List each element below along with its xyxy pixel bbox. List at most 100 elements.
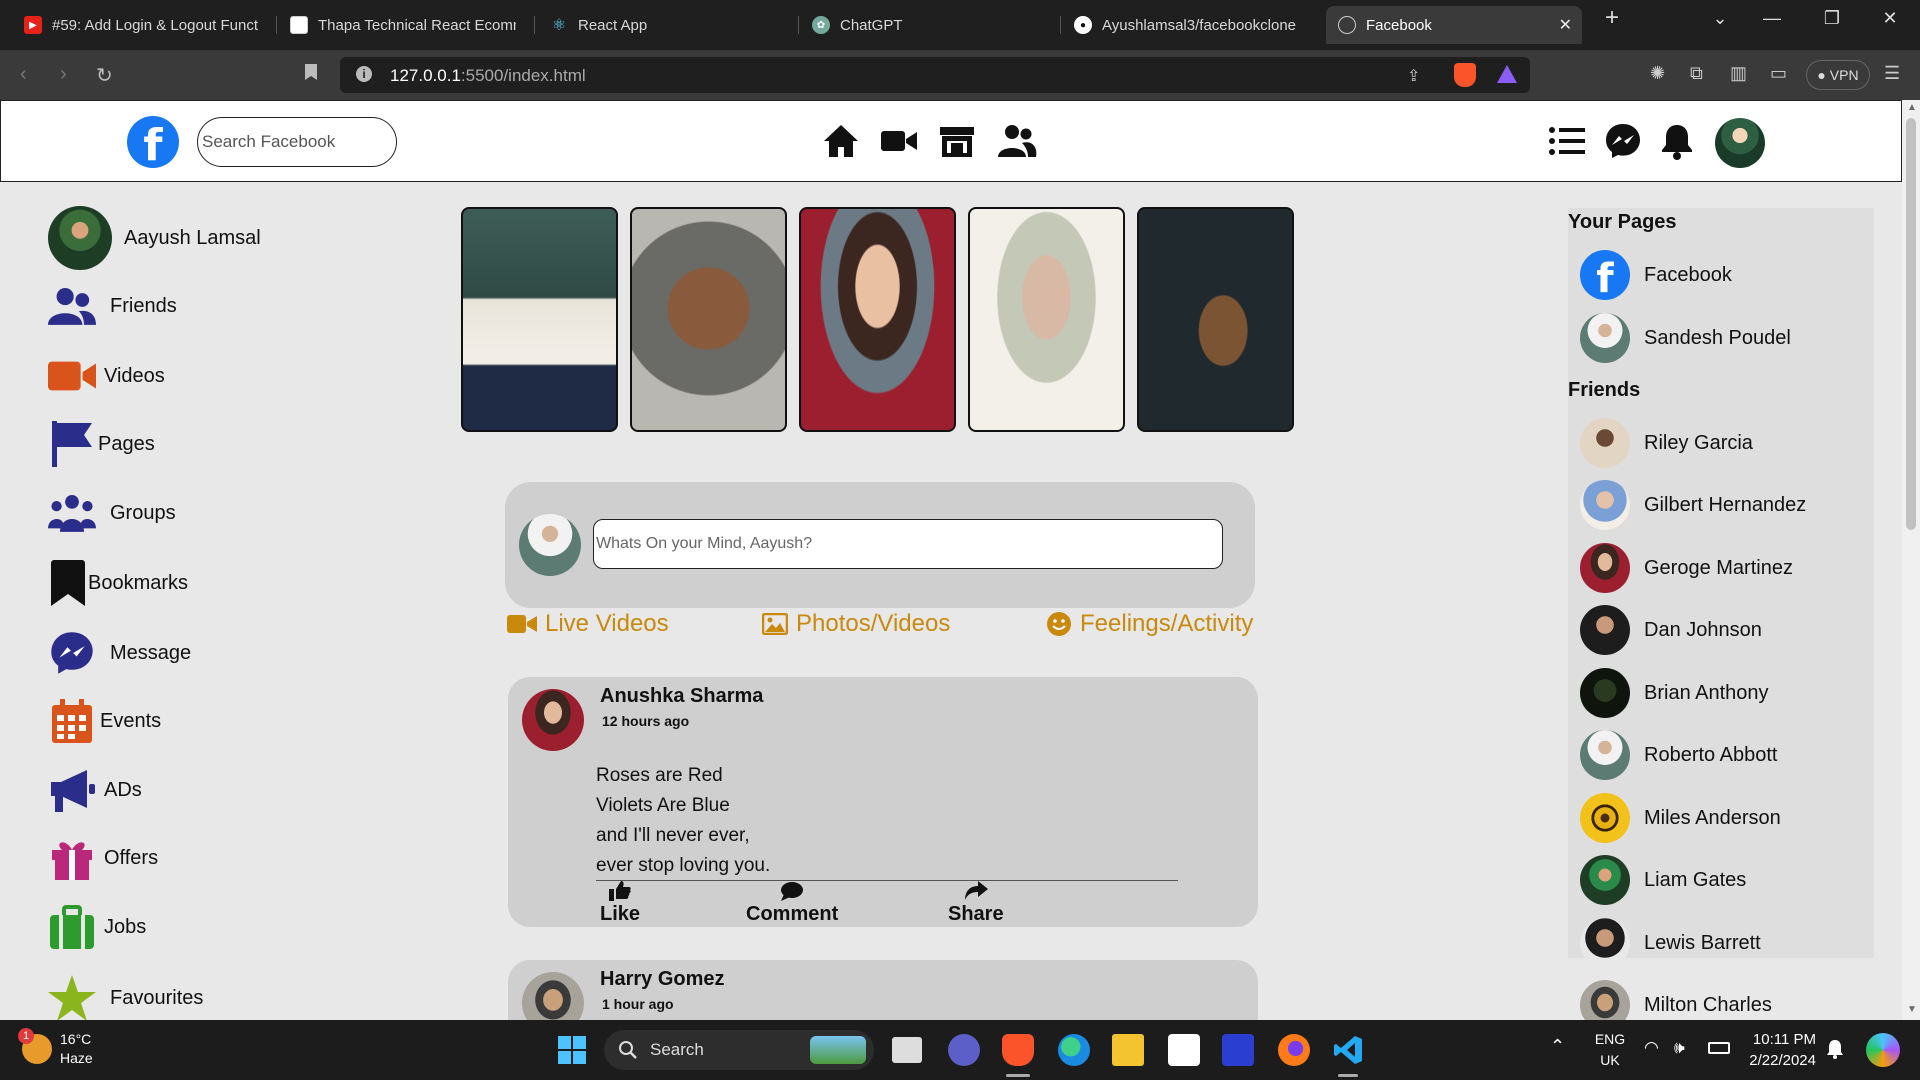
microsoft-store-icon[interactable]	[1168, 1034, 1200, 1066]
browser-tab-react[interactable]: ⚛ React App	[538, 6, 788, 44]
weather-widget[interactable]: 1 16°C Haze	[18, 1028, 93, 1068]
browser-tab-github[interactable]: ● Ayushlamsal3/facebookclone	[1062, 6, 1322, 44]
editor-app-icon[interactable]	[1222, 1034, 1254, 1066]
brave-browser-icon[interactable]	[1002, 1034, 1034, 1066]
menu-icon[interactable]	[1547, 121, 1587, 161]
notification-bell-icon[interactable]	[1826, 1039, 1844, 1059]
video-icon[interactable]	[879, 121, 919, 161]
vscode-icon[interactable]	[1332, 1034, 1364, 1066]
language-indicator[interactable]: ENG UK	[1590, 1029, 1630, 1071]
friend-item[interactable]: Brian Anthony	[1580, 668, 1769, 718]
browser-menu-icon[interactable]: ☰	[1884, 63, 1900, 84]
battery-icon[interactable]	[1708, 1042, 1730, 1054]
bookmark-icon[interactable]	[304, 63, 318, 87]
friend-item[interactable]: Geroge Martinez	[1580, 543, 1793, 593]
avatar[interactable]	[522, 972, 584, 1020]
close-window-button[interactable]: ✕	[1870, 8, 1910, 29]
new-tab-button[interactable]: +	[1592, 4, 1632, 32]
story-card[interactable]	[461, 207, 618, 432]
leo-ai-icon[interactable]: ✺	[1650, 63, 1665, 84]
share-button[interactable]: Share	[948, 881, 1004, 926]
live-videos-button[interactable]: Live Videos	[507, 610, 669, 638]
like-button[interactable]: Like	[600, 881, 640, 926]
page-item-sandesh-poudel[interactable]: Sandesh Poudel	[1580, 313, 1791, 363]
vpn-button[interactable]: ● VPN	[1806, 60, 1870, 90]
wallet-icon[interactable]: ▭	[1770, 63, 1787, 84]
browser-tab-facebook[interactable]: Facebook ✕	[1326, 6, 1582, 44]
teams-chat-icon[interactable]	[948, 1034, 980, 1066]
show-hidden-icons-chevron-icon[interactable]: ⌃	[1550, 1036, 1565, 1057]
groups-icon[interactable]	[997, 121, 1037, 161]
system-clock[interactable]: 10:11 PM 2/22/2024	[1748, 1029, 1816, 1071]
copilot-icon[interactable]	[1866, 1033, 1900, 1067]
address-bar[interactable]: i 127.0.0.1:5500/index.html ⇪	[340, 57, 1530, 93]
maximize-button[interactable]: ❐	[1812, 8, 1852, 29]
back-button[interactable]: ‹	[20, 63, 27, 86]
story-card[interactable]	[968, 207, 1125, 432]
taskbar-search[interactable]: Search	[604, 1030, 874, 1070]
browser-tab-thapa[interactable]: Thapa Technical React Ecomme	[278, 6, 528, 44]
browser-tab-chatgpt[interactable]: ✿ ChatGPT	[800, 6, 1056, 44]
friend-item[interactable]: Roberto Abbott	[1580, 730, 1777, 780]
photos-videos-button[interactable]: Photos/Videos	[762, 610, 950, 638]
scroll-up-arrow[interactable]: ▲	[1907, 102, 1917, 113]
home-icon[interactable]	[821, 121, 861, 161]
forward-button[interactable]: ›	[60, 63, 67, 86]
brave-rewards-icon[interactable]	[1497, 65, 1517, 83]
share-icon[interactable]: ⇪	[1407, 66, 1420, 86]
sidebar-item-favourites[interactable]: Favourites	[48, 974, 203, 1020]
reload-button[interactable]: ↻	[96, 63, 113, 88]
site-info-icon[interactable]: i	[356, 66, 372, 82]
post-author[interactable]: Anushka Sharma	[600, 685, 763, 708]
whats-on-your-mind-input[interactable]	[593, 519, 1223, 569]
sidebar-icon[interactable]: ▥	[1730, 63, 1747, 84]
close-tab-icon[interactable]: ✕	[1559, 15, 1572, 35]
sidebar-item-events[interactable]: Events	[48, 697, 161, 745]
story-card[interactable]	[799, 207, 956, 432]
profile-avatar-header[interactable]	[1715, 118, 1765, 168]
avatar[interactable]	[522, 689, 584, 751]
sidebar-item-videos[interactable]: Videos	[48, 352, 165, 400]
sidebar-item-message[interactable]: Message	[48, 629, 191, 677]
sidebar-item-offers[interactable]: Offers	[48, 834, 158, 882]
friend-item[interactable]: Milton Charles	[1580, 980, 1772, 1020]
firefox-icon[interactable]	[1278, 1034, 1310, 1066]
feelings-activity-button[interactable]: Feelings/Activity	[1046, 610, 1253, 638]
sidebar-item-jobs[interactable]: Jobs	[48, 903, 146, 951]
sidebar-item-pages[interactable]: Pages	[48, 420, 155, 468]
messenger-icon[interactable]	[1603, 121, 1643, 161]
sidebar-item-friends[interactable]: Friends	[48, 282, 177, 330]
friend-item[interactable]: Lewis Barrett	[1580, 918, 1761, 968]
volume-icon[interactable]: 🕪	[1674, 1038, 1685, 1058]
extensions-icon[interactable]: ⧉	[1690, 63, 1703, 84]
page-scrollbar[interactable]: ▲ ▼	[1902, 100, 1920, 1020]
task-view-icon[interactable]	[892, 1037, 922, 1063]
search-input[interactable]	[197, 117, 397, 167]
page-item-facebook[interactable]: f Facebook	[1580, 250, 1732, 300]
sidebar-item-groups[interactable]: Groups	[48, 489, 176, 537]
scroll-down-arrow[interactable]: ▼	[1907, 1004, 1917, 1015]
friend-item[interactable]: Dan Johnson	[1580, 605, 1762, 655]
sidebar-item-ads[interactable]: ADs	[48, 766, 142, 814]
windows-start-icon[interactable]	[556, 1034, 588, 1066]
bell-icon[interactable]	[1657, 121, 1697, 161]
browser-tab-youtube[interactable]: ▶ #59: Add Login & Logout Funct	[12, 6, 274, 44]
scrollbar-thumb[interactable]	[1906, 118, 1916, 530]
sidebar-item-bookmarks[interactable]: Bookmarks	[48, 559, 188, 607]
wifi-icon[interactable]: ◠	[1644, 1038, 1659, 1058]
friend-item[interactable]: Gilbert Hernandez	[1580, 480, 1806, 530]
minimize-button[interactable]: —	[1752, 8, 1792, 29]
file-explorer-icon[interactable]	[1112, 1034, 1144, 1066]
tab-search-chevron-icon[interactable]: ⌄	[1700, 8, 1740, 29]
brave-shield-icon[interactable]	[1454, 63, 1476, 87]
friend-item[interactable]: Riley Garcia	[1580, 418, 1753, 468]
comment-button[interactable]: Comment	[746, 881, 838, 926]
marketplace-icon[interactable]	[937, 121, 977, 161]
friend-item[interactable]: Miles Anderson	[1580, 793, 1781, 843]
friend-item[interactable]: Liam Gates	[1580, 855, 1746, 905]
edge-browser-icon[interactable]	[1058, 1034, 1090, 1066]
post-author[interactable]: Harry Gomez	[600, 968, 725, 991]
story-card[interactable]	[630, 207, 787, 432]
story-card[interactable]	[1137, 207, 1294, 432]
facebook-logo[interactable]: f	[127, 116, 179, 168]
